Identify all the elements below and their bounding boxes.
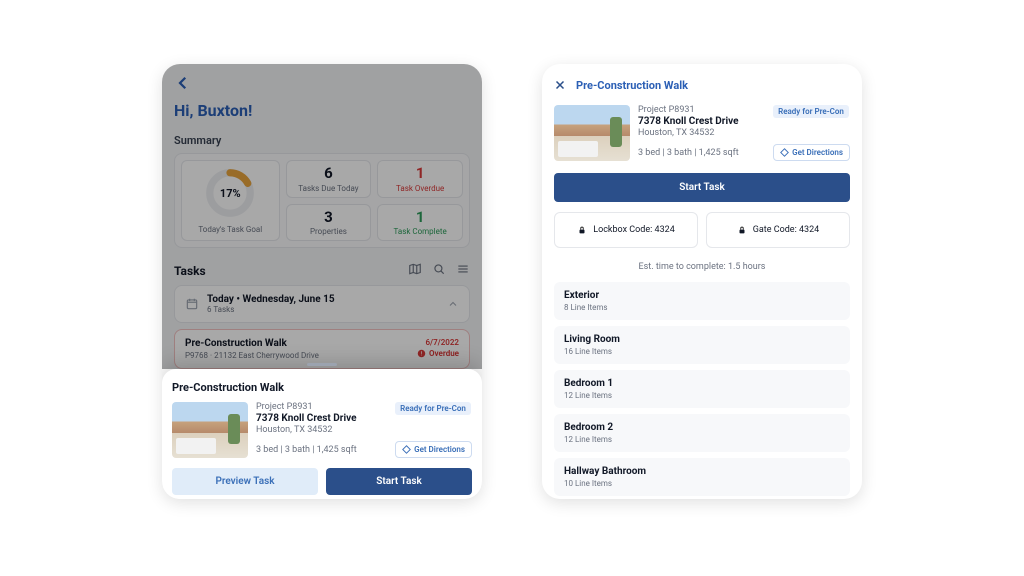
city-state: Houston, TX 34532 bbox=[638, 128, 765, 138]
lock-icon bbox=[577, 225, 587, 235]
room-name: Bedroom 2 bbox=[564, 422, 840, 433]
city-state: Houston, TX 34532 bbox=[256, 425, 387, 435]
lockbox-code-card: Lockbox Code: 4324 bbox=[554, 212, 698, 248]
property-thumbnail bbox=[172, 402, 248, 458]
metric-complete-value: 1 bbox=[416, 209, 425, 226]
status-chip: Ready for Pre-Con bbox=[773, 105, 849, 118]
list-icon[interactable] bbox=[456, 262, 470, 279]
date-line-2: 6 Tasks bbox=[207, 305, 335, 314]
room-item[interactable]: Hallway Bathroom 10 Line Items bbox=[554, 458, 850, 496]
room-items: 8 Line Items bbox=[564, 303, 840, 312]
lockbox-code-text: Lockbox Code: 4324 bbox=[593, 225, 675, 235]
room-items: 16 Line Items bbox=[564, 347, 840, 356]
directions-icon bbox=[780, 148, 789, 157]
date-card[interactable]: Today • Wednesday, June 15 6 Tasks bbox=[174, 285, 470, 323]
calendar-icon bbox=[185, 297, 199, 311]
specs: 3 bed | 3 bath | 1,425 sqft bbox=[638, 148, 765, 158]
get-directions-button[interactable]: Get Directions bbox=[773, 144, 850, 161]
get-directions-label: Get Directions bbox=[792, 148, 843, 157]
goal-percent: 17% bbox=[204, 167, 256, 219]
task-item-sub: P9768 · 21132 East Cherrywood Drive bbox=[185, 351, 319, 360]
get-directions-button[interactable]: Get Directions bbox=[395, 441, 472, 458]
page-title: Pre-Construction Walk bbox=[576, 79, 688, 92]
room-item[interactable]: Bedroom 1 12 Line Items bbox=[554, 370, 850, 408]
close-icon bbox=[554, 79, 566, 91]
project-id: Project P8931 bbox=[256, 402, 387, 412]
task-item-date: 6/7/2022 bbox=[417, 338, 459, 347]
metric-properties-value: 3 bbox=[324, 209, 333, 226]
room-items: 12 Line Items bbox=[564, 391, 840, 400]
goal-gauge: 17% Today's Task Goal bbox=[181, 160, 280, 241]
room-name: Bedroom 1 bbox=[564, 378, 840, 389]
preview-task-button[interactable]: Preview Task bbox=[172, 468, 318, 495]
room-name: Hallway Bathroom bbox=[564, 466, 840, 477]
tasks-title: Tasks bbox=[174, 264, 206, 278]
goal-label: Today's Task Goal bbox=[198, 225, 262, 234]
gate-code-text: Gate Code: 4324 bbox=[753, 225, 819, 235]
room-item[interactable]: Living Room 16 Line Items bbox=[554, 326, 850, 364]
metric-overdue-value: 1 bbox=[416, 165, 425, 182]
bottom-sheet: Pre-Construction Walk Project P8931 7378… bbox=[162, 369, 482, 499]
summary-box: 17% Today's Task Goal 6 Tasks Due Today … bbox=[174, 153, 470, 248]
est-time: Est. time to complete: 1.5 hours bbox=[554, 262, 850, 272]
metric-overdue-label: Task Overdue bbox=[396, 184, 444, 193]
dimmed-background: Hi, Buxton! Summary 17% Today's Task Goa… bbox=[162, 64, 482, 369]
map-icon[interactable] bbox=[408, 262, 422, 279]
alert-icon bbox=[417, 349, 426, 358]
metric-tasks-due-label: Tasks Due Today bbox=[298, 184, 358, 193]
room-list: Exterior 8 Line Items Living Room 16 Lin… bbox=[554, 282, 850, 496]
phone-right: Pre-Construction Walk Project P8931 7378… bbox=[542, 64, 862, 499]
summary-title: Summary bbox=[174, 134, 470, 147]
room-item[interactable]: Exterior 8 Line Items bbox=[554, 282, 850, 320]
metric-properties-label: Properties bbox=[310, 227, 347, 236]
directions-icon bbox=[402, 445, 411, 454]
project-id: Project P8931 bbox=[638, 105, 765, 115]
metric-overdue: 1 Task Overdue bbox=[377, 160, 463, 198]
drag-handle[interactable] bbox=[307, 363, 337, 366]
task-item-title: Pre-Construction Walk bbox=[185, 338, 319, 349]
sheet-title: Pre-Construction Walk bbox=[172, 381, 472, 394]
metric-complete: 1 Task Complete bbox=[377, 204, 463, 242]
specs: 3 bed | 3 bath | 1,425 sqft bbox=[256, 445, 387, 455]
get-directions-label: Get Directions bbox=[414, 445, 465, 454]
property-thumbnail bbox=[554, 105, 630, 161]
chevron-left-icon bbox=[174, 74, 192, 92]
date-line-1: Today • Wednesday, June 15 bbox=[207, 294, 335, 305]
gate-code-card: Gate Code: 4324 bbox=[706, 212, 850, 248]
metric-tasks-due-value: 6 bbox=[324, 165, 333, 182]
start-task-button[interactable]: Start Task bbox=[326, 468, 472, 495]
close-button[interactable] bbox=[554, 76, 566, 95]
chevron-up-icon bbox=[447, 298, 459, 310]
metric-tasks-due: 6 Tasks Due Today bbox=[286, 160, 372, 198]
address: 7378 Knoll Crest Drive bbox=[638, 116, 765, 127]
room-items: 12 Line Items bbox=[564, 435, 840, 444]
search-icon[interactable] bbox=[432, 262, 446, 279]
room-name: Living Room bbox=[564, 334, 840, 345]
room-name: Exterior bbox=[564, 290, 840, 301]
back-button[interactable] bbox=[174, 74, 470, 95]
room-item[interactable]: Bedroom 2 12 Line Items bbox=[554, 414, 850, 452]
room-items: 10 Line Items bbox=[564, 479, 840, 488]
address: 7378 Knoll Crest Drive bbox=[256, 413, 387, 424]
metric-properties: 3 Properties bbox=[286, 204, 372, 242]
greeting: Hi, Buxton! bbox=[174, 101, 470, 120]
task-item-badge: Overdue bbox=[429, 349, 459, 358]
phone-left: Hi, Buxton! Summary 17% Today's Task Goa… bbox=[162, 64, 482, 499]
metric-complete-label: Task Complete bbox=[394, 227, 447, 236]
lock-icon bbox=[737, 225, 747, 235]
start-task-button[interactable]: Start Task bbox=[554, 173, 850, 202]
status-chip: Ready for Pre-Con bbox=[395, 402, 471, 415]
